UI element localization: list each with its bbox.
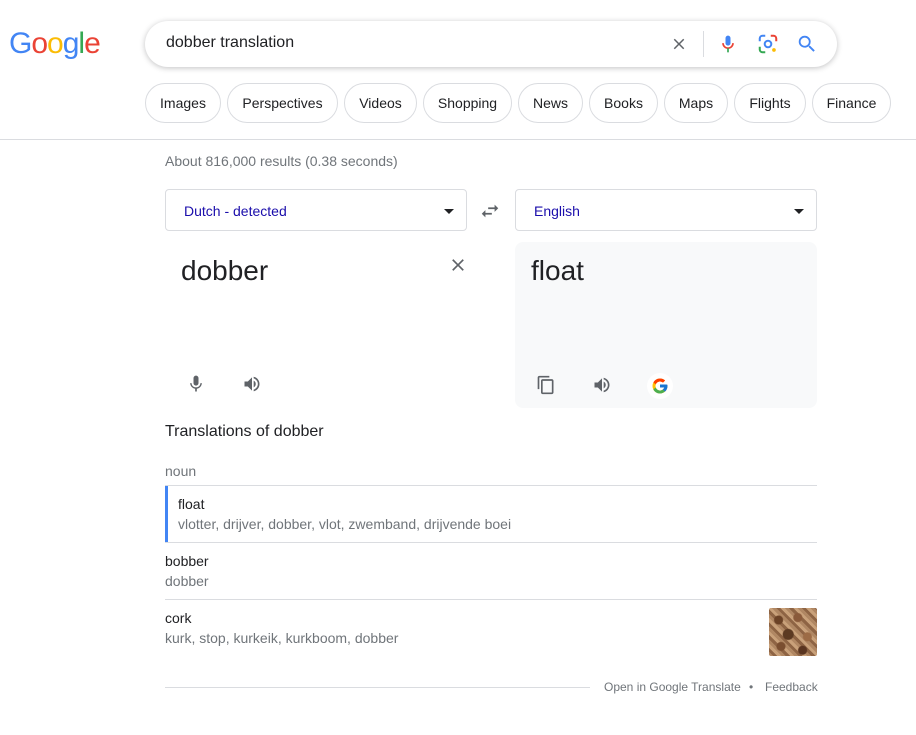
logo-letter: G — [9, 27, 32, 60]
speaker-icon[interactable] — [590, 373, 614, 397]
chip-images[interactable]: Images — [145, 83, 221, 123]
source-language-select[interactable]: Dutch - detected — [165, 189, 467, 231]
lens-icon[interactable] — [756, 32, 780, 56]
chip-news[interactable]: News — [518, 83, 583, 123]
close-icon[interactable] — [667, 32, 691, 56]
chip-perspectives[interactable]: Perspectives — [227, 83, 338, 123]
translation-synonyms: dobber — [165, 573, 209, 589]
chip-shopping[interactable]: Shopping — [423, 83, 512, 123]
logo-letter: e — [84, 27, 101, 60]
swap-languages-icon[interactable] — [478, 199, 502, 223]
translation-synonyms: vlotter, drijver, dobber, vlot, zwemband… — [178, 516, 512, 532]
search-box[interactable]: dobber translation — [145, 21, 837, 67]
search-input[interactable]: dobber translation — [166, 34, 294, 52]
cork-thumbnail-image[interactable] — [769, 608, 817, 656]
chip-books[interactable]: Books — [589, 83, 658, 123]
result-stats: About 816,000 results (0.38 seconds) — [165, 153, 398, 169]
chip-finance[interactable]: Finance — [812, 83, 891, 123]
mic-icon[interactable] — [716, 32, 740, 56]
target-language-select[interactable]: English — [515, 189, 817, 231]
feedback-link[interactable]: Feedback — [765, 680, 818, 694]
logo-letter: o — [47, 27, 64, 60]
chip-maps[interactable]: Maps — [664, 83, 728, 123]
source-text-input[interactable]: dobber — [181, 255, 268, 287]
translation-synonyms: kurk, stop, kurkeik, kurkboom, dobber — [165, 630, 399, 646]
chevron-down-icon — [444, 209, 454, 214]
open-in-google-translate-link[interactable]: Open in Google Translate — [604, 680, 741, 694]
translations-heading: Translations of dobber — [165, 423, 324, 440]
google-logo[interactable]: Google — [9, 27, 101, 61]
target-panel: float — [515, 242, 817, 408]
clear-text-icon[interactable] — [446, 253, 470, 277]
google-g-icon[interactable] — [647, 373, 673, 399]
footer-divider — [165, 687, 590, 688]
translation-word: cork — [165, 610, 192, 626]
part-of-speech: noun — [165, 463, 197, 479]
header-divider — [0, 139, 916, 140]
chip-videos[interactable]: Videos — [344, 83, 417, 123]
search-icon[interactable] — [795, 32, 819, 56]
translation-entry[interactable]: cork kurk, stop, kurkeik, kurkboom, dobb… — [165, 600, 817, 656]
translation-entry[interactable]: bobber dobber — [165, 543, 817, 599]
footer-separator: • — [749, 680, 754, 694]
translation-word: float — [178, 496, 205, 512]
logo-letter: o — [31, 27, 48, 60]
translation-entry[interactable]: float vlotter, drijver, dobber, vlot, zw… — [165, 486, 817, 542]
target-language-label: English — [534, 203, 580, 219]
chip-flights[interactable]: Flights — [734, 83, 806, 123]
source-language-label: Dutch - detected — [184, 203, 287, 219]
copy-icon[interactable] — [534, 373, 558, 397]
translation-word: bobber — [165, 553, 209, 569]
mic-icon[interactable] — [184, 372, 208, 396]
search-divider — [703, 31, 704, 57]
speaker-icon[interactable] — [240, 372, 264, 396]
logo-letter: g — [62, 27, 80, 60]
chevron-down-icon — [794, 209, 804, 214]
target-text: float — [531, 255, 584, 286]
